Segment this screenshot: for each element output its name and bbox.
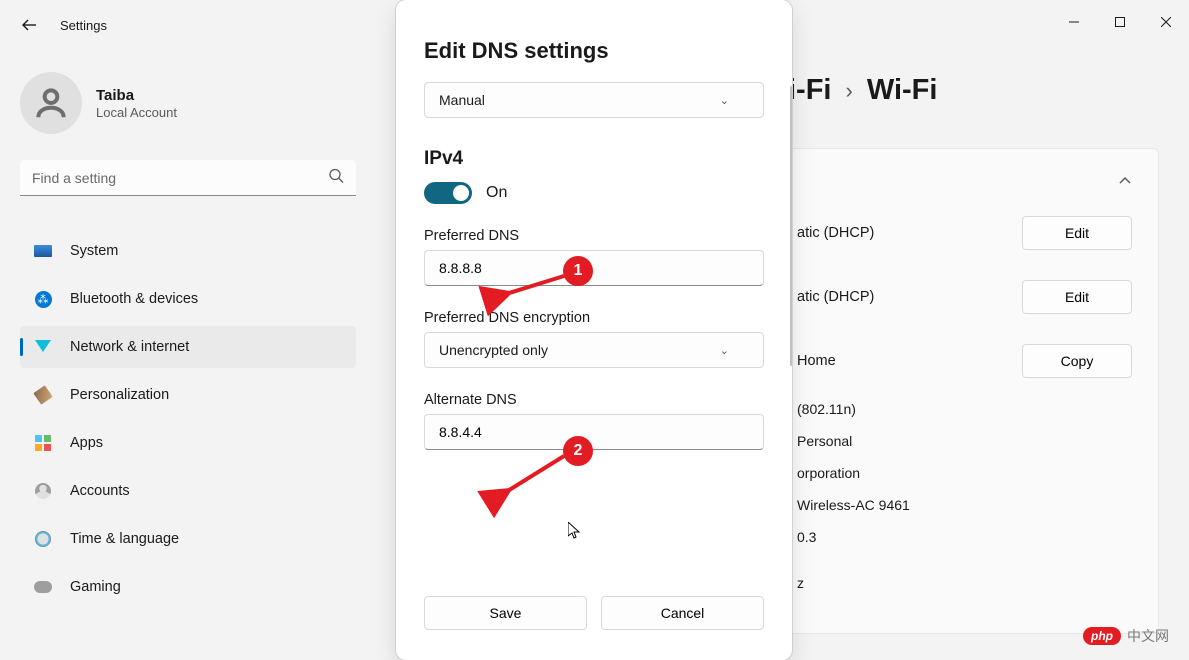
- watermark-text: 中文网: [1127, 626, 1169, 646]
- avatar: [20, 72, 82, 134]
- annotation-badge-2: 2: [563, 436, 593, 466]
- gaming-icon: [34, 578, 52, 596]
- nav-item-apps[interactable]: Apps: [20, 422, 356, 464]
- close-button[interactable]: [1143, 0, 1189, 44]
- account-name: Taiba: [96, 86, 177, 106]
- apps-icon: [34, 434, 52, 452]
- back-icon[interactable]: [20, 16, 38, 34]
- breadcrumb: i-Fi › Wi-Fi: [788, 74, 937, 107]
- cancel-button[interactable]: Cancel: [601, 596, 764, 630]
- nav-label: Apps: [70, 435, 103, 451]
- header-row: Settings: [20, 16, 107, 34]
- ipv4-toggle[interactable]: [424, 182, 472, 204]
- nav-item-time[interactable]: Time & language: [20, 518, 356, 560]
- account-subtitle: Local Account: [96, 105, 177, 120]
- alternate-dns-input[interactable]: [424, 414, 764, 450]
- detail-row: Home Copy: [797, 329, 1132, 393]
- search-icon[interactable]: [328, 168, 344, 189]
- breadcrumb-seg: Wi-Fi: [867, 74, 938, 107]
- wifi-icon: [34, 338, 52, 356]
- nav-label: Time & language: [70, 531, 179, 547]
- breadcrumb-seg[interactable]: i-Fi: [788, 74, 832, 107]
- detail-row: atic (DHCP) Edit: [797, 265, 1132, 329]
- detail-info: z: [797, 575, 804, 591]
- edit-button[interactable]: Edit: [1022, 216, 1132, 250]
- chevron-up-icon[interactable]: [1118, 174, 1132, 193]
- search-input[interactable]: [20, 160, 356, 196]
- account-block[interactable]: Taiba Local Account: [20, 72, 356, 134]
- nav: System ⁂ Bluetooth & devices Network & i…: [20, 230, 356, 614]
- scrollbar[interactable]: [790, 86, 792, 366]
- nav-label: Network & internet: [70, 339, 189, 355]
- detail-row: atic (DHCP) Edit: [797, 201, 1132, 265]
- detail-value: Home: [797, 353, 836, 369]
- nav-label: Accounts: [70, 483, 130, 499]
- chevron-down-icon: ⌄: [720, 94, 729, 107]
- alternate-dns-label: Alternate DNS: [424, 392, 764, 408]
- detail-info: Personal: [797, 433, 852, 449]
- edit-dns-modal: Edit DNS settings Manual ⌄ IPv4 On Prefe…: [396, 0, 792, 660]
- preferred-enc-select[interactable]: Unencrypted only ⌄: [424, 332, 764, 368]
- toggle-label: On: [486, 184, 507, 202]
- watermark: php 中文网: [1083, 626, 1169, 646]
- minimize-button[interactable]: [1051, 0, 1097, 44]
- watermark-badge: php: [1083, 627, 1121, 645]
- detail-info: 0.3: [797, 529, 816, 545]
- detail-info: (802.11n): [797, 401, 856, 417]
- detail-info: orporation: [797, 465, 860, 481]
- ipv4-heading: IPv4: [424, 148, 764, 170]
- preferred-enc-label: Preferred DNS encryption: [424, 310, 764, 326]
- chevron-right-icon: ›: [846, 78, 853, 104]
- copy-button[interactable]: Copy: [1022, 344, 1132, 378]
- nav-item-gaming[interactable]: Gaming: [20, 566, 356, 608]
- nav-item-network[interactable]: Network & internet: [20, 326, 356, 368]
- nav-item-personalization[interactable]: Personalization: [20, 374, 356, 416]
- preferred-dns-label: Preferred DNS: [424, 228, 764, 244]
- wifi-properties-card: atic (DHCP) Edit atic (DHCP) Edit Home C…: [788, 148, 1159, 634]
- nav-item-bluetooth[interactable]: ⁂ Bluetooth & devices: [20, 278, 356, 320]
- bluetooth-icon: ⁂: [34, 290, 52, 308]
- nav-label: Bluetooth & devices: [70, 291, 198, 307]
- modal-footer: Save Cancel: [396, 574, 792, 660]
- select-value: Unencrypted only: [439, 342, 548, 358]
- nav-item-system[interactable]: System: [20, 230, 356, 272]
- annotation-badge-1: 1: [563, 256, 593, 286]
- dns-mode-select[interactable]: Manual ⌄: [424, 82, 764, 118]
- maximize-button[interactable]: [1097, 0, 1143, 44]
- modal-title: Edit DNS settings: [424, 38, 764, 64]
- sidebar: Taiba Local Account System ⁂ Bluetooth &…: [20, 72, 356, 614]
- brush-icon: [34, 386, 52, 404]
- search-wrap: [20, 160, 356, 196]
- nav-label: System: [70, 243, 118, 259]
- detail-value: atic (DHCP): [797, 225, 874, 241]
- chevron-down-icon: ⌄: [720, 344, 729, 357]
- select-value: Manual: [439, 92, 485, 108]
- annotation-arrow-1: [500, 274, 566, 303]
- save-button[interactable]: Save: [424, 596, 587, 630]
- annotation-arrow-2: [500, 454, 566, 501]
- system-icon: [34, 242, 52, 260]
- preferred-dns-input[interactable]: [424, 250, 764, 286]
- nav-item-accounts[interactable]: Accounts: [20, 470, 356, 512]
- accounts-icon: [34, 482, 52, 500]
- cursor-icon: [568, 522, 582, 545]
- app-title: Settings: [60, 18, 107, 33]
- nav-label: Personalization: [70, 387, 169, 403]
- detail-value: atic (DHCP): [797, 289, 874, 305]
- window-controls: [1051, 0, 1189, 44]
- detail-info: Wireless-AC 9461: [797, 497, 910, 513]
- globe-clock-icon: [34, 530, 52, 548]
- edit-button[interactable]: Edit: [1022, 280, 1132, 314]
- nav-label: Gaming: [70, 579, 121, 595]
